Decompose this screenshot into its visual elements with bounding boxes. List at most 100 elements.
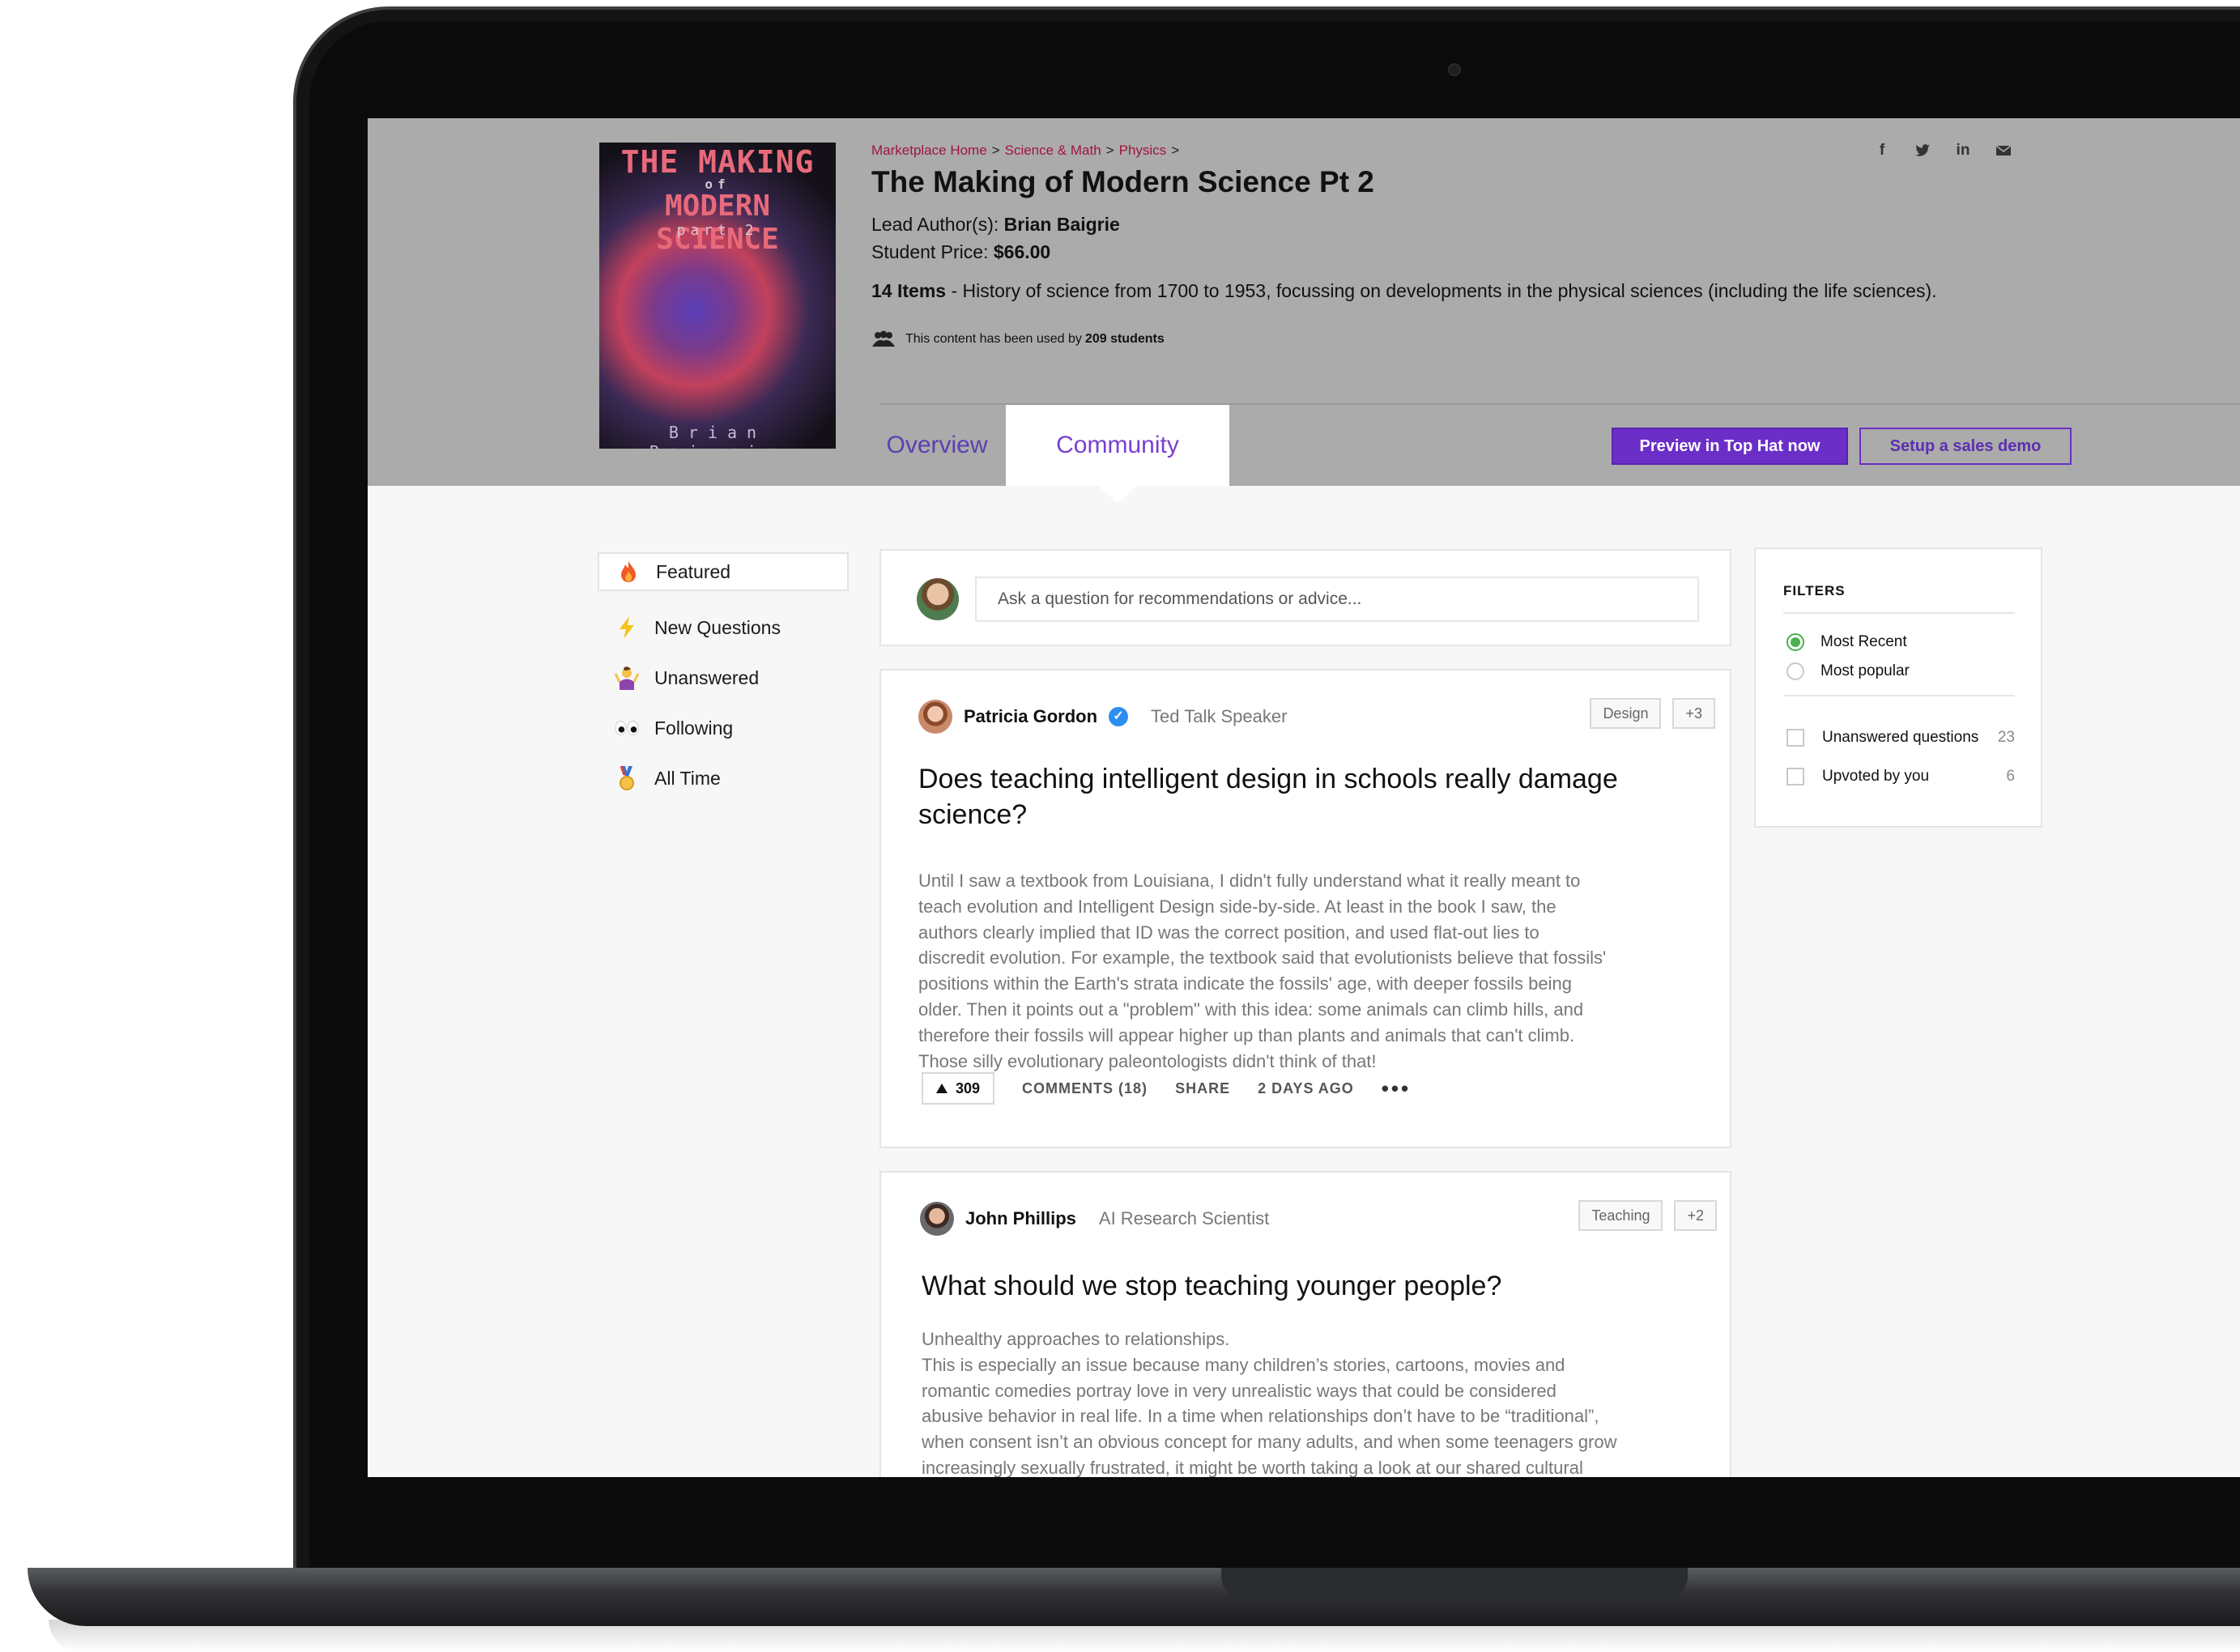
page-title: The Making of Modern Science Pt 2 xyxy=(871,165,1374,198)
cover-line-4: part 2 xyxy=(676,222,759,239)
twitter-icon[interactable] xyxy=(1914,143,1931,159)
verified-icon: ✓ xyxy=(1109,707,1129,726)
question-body: Until I saw a textbook from Louisiana, I… xyxy=(918,871,1607,1071)
upvote-count: 309 xyxy=(956,1079,981,1096)
author-name[interactable]: Patricia Gordon xyxy=(964,706,1097,727)
tab-overview[interactable]: Overview xyxy=(879,405,994,486)
post-tags: Teaching +2 xyxy=(1578,1200,1717,1231)
breadcrumb-separator: > xyxy=(991,143,1000,158)
nav-item-featured[interactable]: Featured xyxy=(598,552,849,591)
comments-link[interactable]: COMMENTS (18) xyxy=(1022,1080,1148,1097)
divider xyxy=(1783,695,2015,696)
more-options-icon[interactable]: ••• xyxy=(1382,1076,1411,1101)
checkbox[interactable] xyxy=(1786,768,1804,786)
sort-most-popular[interactable]: Most popular xyxy=(1786,662,1910,680)
more-tags-chip[interactable]: +2 xyxy=(1674,1200,1717,1231)
laptop-notch xyxy=(1221,1568,1688,1600)
usage-prefix: This content has been used by xyxy=(905,332,1082,346)
more-tags-chip[interactable]: +3 xyxy=(1672,698,1715,729)
upvote-arrow-icon xyxy=(936,1084,948,1093)
radio-label: Most Recent xyxy=(1821,633,1907,650)
nav-item-unanswered[interactable]: Unanswered xyxy=(598,653,849,703)
author-role: AI Research Scientist xyxy=(1098,1208,1270,1228)
price-line: Student Price: $66.00 xyxy=(871,241,1050,263)
lead-author-name: Brian Baigrie xyxy=(1003,214,1120,235)
facebook-icon[interactable]: f xyxy=(1874,143,1890,159)
nav-label: Following xyxy=(654,717,734,739)
price-value: $66.00 xyxy=(993,241,1051,262)
items-count: 14 Items xyxy=(871,280,947,301)
post-author: John Phillips AI Research Scientist xyxy=(920,1202,1269,1236)
ask-question-input[interactable]: Ask a question for recommendations or ad… xyxy=(975,577,1699,622)
checkbox[interactable] xyxy=(1786,729,1804,747)
filters-title: FILTERS xyxy=(1783,583,1846,598)
nav-item-following[interactable]: Following xyxy=(598,703,849,753)
cover-line-1: THE MAKING xyxy=(620,144,815,180)
app-screen: THE MAKING of MODERN SCIENCE part 2 Bria… xyxy=(368,118,2240,1477)
nav-label: Unanswered xyxy=(654,666,760,688)
sort-most-recent[interactable]: Most Recent xyxy=(1786,633,1907,651)
nav-item-all-time[interactable]: All Time xyxy=(598,753,849,803)
items-summary: 14 Items - History of science from 1700 … xyxy=(871,280,1937,302)
avatar xyxy=(920,1202,954,1236)
question-title[interactable]: Does teaching intelligent design in scho… xyxy=(918,761,1647,832)
linkedin-icon[interactable]: in xyxy=(1955,143,1971,159)
camera-icon xyxy=(1448,63,1461,76)
ask-question-card: Ask a question for recommendations or ad… xyxy=(879,549,1731,646)
eyes-icon xyxy=(614,715,640,741)
preview-button[interactable]: Preview in Top Hat now xyxy=(1612,428,1848,465)
filter-count: 6 xyxy=(2006,768,2015,785)
author-name[interactable]: John Phillips xyxy=(965,1208,1076,1229)
tag-chip[interactable]: Design xyxy=(1590,698,1662,729)
usage-count: 209 students xyxy=(1084,332,1165,346)
radio-label: Most popular xyxy=(1821,662,1910,679)
price-label: Student Price: xyxy=(871,241,989,262)
email-icon[interactable] xyxy=(1995,143,2012,159)
checkbox-label: Unanswered questions xyxy=(1822,729,1979,746)
laptop-base xyxy=(28,1568,2240,1626)
share-link[interactable]: SHARE xyxy=(1175,1080,1230,1097)
question-card: Patricia Gordon ✓ Ted Talk Speaker Desig… xyxy=(879,669,1731,1148)
breadcrumb-science-math[interactable]: Science & Math xyxy=(1005,143,1101,158)
filter-count: 23 xyxy=(1997,729,2015,746)
users-group-icon xyxy=(872,330,895,347)
breadcrumb-separator: > xyxy=(1171,143,1180,158)
tab-community[interactable]: Community xyxy=(1006,405,1229,486)
person-shrugging-icon xyxy=(614,665,640,691)
laptop-mockup: THE MAKING of MODERN SCIENCE part 2 Bria… xyxy=(0,0,2240,1652)
items-description: - History of science from 1700 to 1953, … xyxy=(946,280,1937,301)
upvote-button[interactable]: 309 xyxy=(922,1072,995,1105)
breadcrumb-marketplace-home[interactable]: Marketplace Home xyxy=(871,143,987,158)
post-tags: Design +3 xyxy=(1590,698,1715,729)
post-actions: 309 COMMENTS (18) SHARE 2 DAYS AGO ••• xyxy=(922,1072,1411,1105)
author-role: Ted Talk Speaker xyxy=(1151,706,1288,726)
lead-author-line: Lead Author(s): Brian Baigrie xyxy=(871,214,1120,236)
avatar xyxy=(918,700,952,734)
sales-demo-button[interactable]: Setup a sales demo xyxy=(1859,428,2072,465)
filter-upvoted[interactable]: Upvoted by you 6 xyxy=(1786,768,2015,786)
fire-icon xyxy=(615,559,641,585)
divider xyxy=(1783,612,2015,614)
nav-label: New Questions xyxy=(654,616,781,638)
radio-unselected[interactable] xyxy=(1786,662,1804,680)
breadcrumb: Marketplace Home > Science & Math > Physics > xyxy=(871,143,1184,159)
filter-unanswered[interactable]: Unanswered questions 23 xyxy=(1786,729,2015,747)
medal-icon xyxy=(614,765,640,791)
avatar xyxy=(917,578,959,620)
nav-item-new-questions[interactable]: New Questions xyxy=(598,602,849,653)
question-title[interactable]: What should we stop teaching younger peo… xyxy=(922,1268,1699,1304)
question-body: Unhealthy approaches to relationships. T… xyxy=(922,1329,1617,1477)
social-share: f in xyxy=(1874,143,2012,159)
book-cover: THE MAKING of MODERN SCIENCE part 2 Bria… xyxy=(599,143,836,449)
breadcrumb-physics[interactable]: Physics xyxy=(1119,143,1167,158)
product-header: THE MAKING of MODERN SCIENCE part 2 Bria… xyxy=(368,118,2240,486)
usage-note: This content has been used by 209 studen… xyxy=(871,330,1165,348)
post-timestamp: 2 DAYS AGO xyxy=(1258,1079,1354,1096)
post-author: Patricia Gordon ✓ Ted Talk Speaker xyxy=(918,700,1287,734)
filters-panel: FILTERS Most Recent Most popular Unanswe… xyxy=(1754,547,2042,828)
tag-chip[interactable]: Teaching xyxy=(1578,1200,1663,1231)
checkbox-label: Upvoted by you xyxy=(1822,768,1930,785)
radio-selected[interactable] xyxy=(1786,633,1804,651)
nav-label: All Time xyxy=(654,767,721,789)
community-nav: Featured New Questions Unanswered Follow… xyxy=(598,552,849,803)
